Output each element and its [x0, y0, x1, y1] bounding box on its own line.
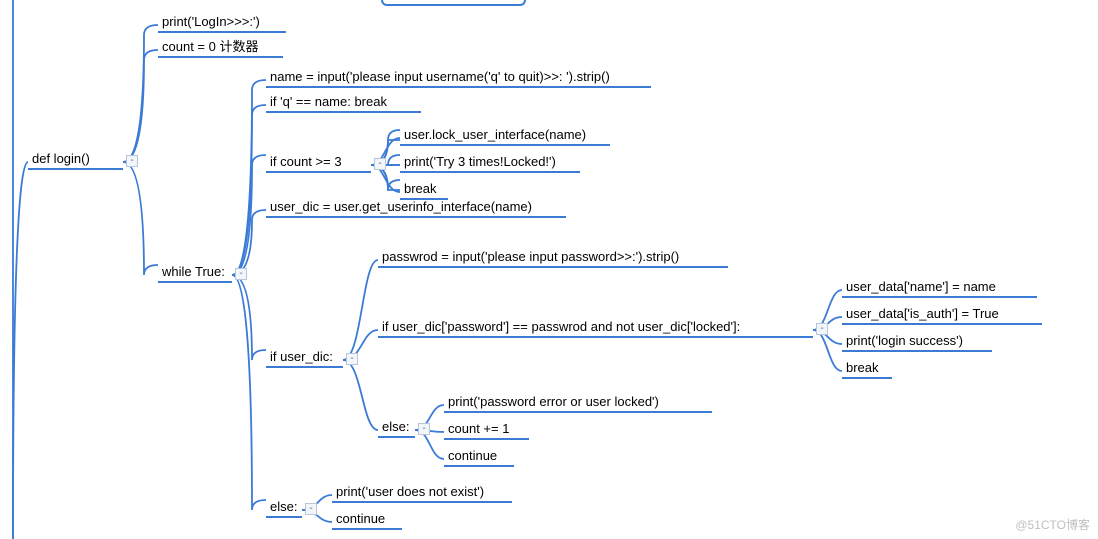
- node-input-password[interactable]: passwrod = input('please input password>…: [378, 248, 728, 268]
- node-print-success[interactable]: print('login success'): [842, 332, 992, 352]
- node-count-init[interactable]: count = 0 计数器: [158, 38, 283, 58]
- node-label: continue: [448, 448, 497, 463]
- node-while-true[interactable]: while True:: [158, 263, 232, 283]
- watermark: @51CTO博客: [1015, 516, 1090, 533]
- node-label: if count >= 3: [270, 154, 342, 169]
- node-label: if user_dic['password'] == passwrod and …: [382, 319, 740, 334]
- node-input-name[interactable]: name = input('please input username('q' …: [266, 68, 651, 88]
- node-userdata-isauth[interactable]: user_data['is_auth'] = True: [842, 305, 1042, 325]
- node-print-locked[interactable]: print('Try 3 times!Locked!'): [400, 153, 580, 173]
- node-label: user_dic = user.get_userinfo_interface(n…: [270, 199, 532, 214]
- node-label: passwrod = input('please input password>…: [382, 249, 679, 264]
- node-count-inc[interactable]: count += 1: [444, 420, 529, 440]
- node-lock-user[interactable]: user.lock_user_interface(name): [400, 126, 610, 146]
- node-label: print('password error or user locked'): [448, 394, 659, 409]
- node-print-login[interactable]: print('LogIn>>>:'): [158, 13, 286, 33]
- node-else-outer[interactable]: else:: [266, 498, 302, 518]
- collapse-icon[interactable]: -: [346, 353, 358, 365]
- node-label: count += 1: [448, 421, 509, 436]
- node-label: else:: [382, 419, 409, 434]
- collapse-icon[interactable]: -: [418, 423, 430, 435]
- collapse-icon[interactable]: -: [305, 503, 317, 515]
- node-continue-1[interactable]: continue: [444, 447, 514, 467]
- node-label: while True:: [162, 264, 225, 279]
- node-get-userinfo[interactable]: user_dic = user.get_userinfo_interface(n…: [266, 198, 566, 218]
- node-label: print('Try 3 times!Locked!'): [404, 154, 556, 169]
- collapse-icon[interactable]: -: [235, 268, 247, 280]
- node-label: def login(): [32, 151, 90, 166]
- node-label: user.lock_user_interface(name): [404, 127, 586, 142]
- node-label: user_data['name'] = name: [846, 279, 996, 294]
- node-label: if 'q' == name: break: [270, 94, 387, 109]
- node-label: print('LogIn>>>:'): [162, 14, 260, 29]
- node-label: if user_dic:: [270, 349, 333, 364]
- node-if-userdic[interactable]: if user_dic:: [266, 348, 343, 368]
- partial-node: [381, 0, 526, 6]
- node-label: else:: [270, 499, 297, 514]
- node-print-noexist[interactable]: print('user does not exist'): [332, 483, 512, 503]
- node-label: print('login success'): [846, 333, 963, 348]
- node-print-pw-error[interactable]: print('password error or user locked'): [444, 393, 712, 413]
- collapse-icon[interactable]: -: [126, 155, 138, 167]
- node-if-q-break[interactable]: if 'q' == name: break: [266, 93, 421, 113]
- watermark-text: @51CTO博客: [1015, 518, 1090, 532]
- node-if-count[interactable]: if count >= 3: [266, 153, 371, 173]
- node-label: break: [846, 360, 879, 375]
- node-continue-2[interactable]: continue: [332, 510, 402, 530]
- collapse-icon[interactable]: -: [374, 158, 386, 170]
- node-label: continue: [336, 511, 385, 526]
- node-def-login[interactable]: def login(): [28, 150, 123, 170]
- collapse-icon[interactable]: -: [816, 323, 828, 335]
- node-userdata-name[interactable]: user_data['name'] = name: [842, 278, 1037, 298]
- node-if-password-ok[interactable]: if user_dic['password'] == passwrod and …: [378, 318, 813, 338]
- mindmap-canvas: def login() - print('LogIn>>>:') count =…: [0, 0, 1098, 539]
- node-break-1[interactable]: break: [400, 180, 448, 200]
- node-label: print('user does not exist'): [336, 484, 484, 499]
- node-label: user_data['is_auth'] = True: [846, 306, 999, 321]
- node-label: name = input('please input username('q' …: [270, 69, 610, 84]
- node-break-2[interactable]: break: [842, 359, 892, 379]
- node-label: break: [404, 181, 437, 196]
- node-else-inner[interactable]: else:: [378, 418, 415, 438]
- node-label: count = 0 计数器: [162, 39, 258, 54]
